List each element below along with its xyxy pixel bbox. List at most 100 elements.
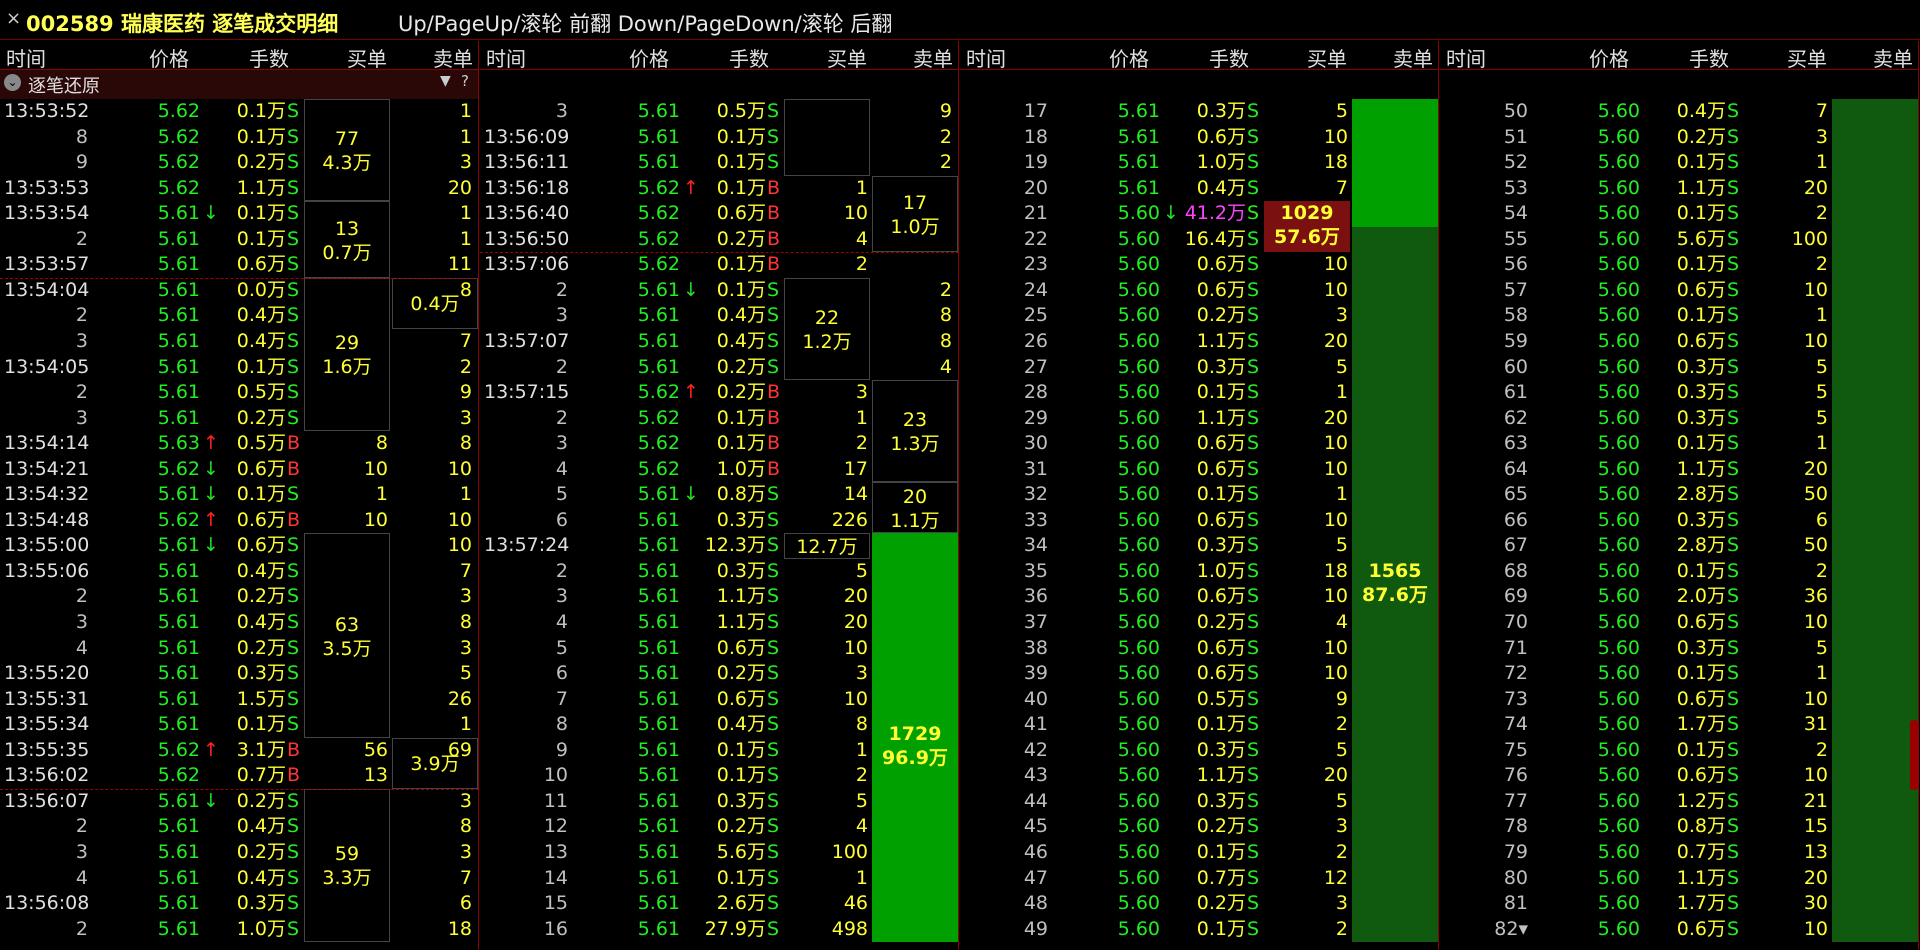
tick-row[interactable]: 63 5.60 0.1万 S 1 [1440, 431, 1919, 457]
tick-row[interactable]: 19 5.61 1.0万 S 18 [960, 150, 1439, 176]
tick-row[interactable]: 2 5.61 1.0万 S 18 [0, 917, 479, 943]
tick-row[interactable]: 13:56:08 5.61 0.3万 S 6 [0, 891, 479, 917]
tick-row[interactable]: 2 5.61 0.5万 S 9 [0, 380, 479, 406]
tick-row[interactable]: 48 5.60 0.2万 S 3 [960, 891, 1439, 917]
tick-row[interactable]: 27 5.60 0.3万 S 5 [960, 355, 1439, 381]
tick-row[interactable]: 7 5.61 0.6万 S 10 [480, 687, 959, 713]
tick-row[interactable]: 6 5.61 0.2万 S 3 [480, 661, 959, 687]
tick-row[interactable]: 13:56:11 5.61 0.1万 S 2 [480, 150, 959, 176]
tick-row[interactable]: 33 5.60 0.6万 S 10 [960, 508, 1439, 534]
tick-row[interactable]: 23 5.60 0.6万 S 10 [960, 252, 1439, 278]
tick-row[interactable]: 65 5.60 2.8万 S 50 [1440, 482, 1919, 508]
tick-row[interactable]: 15 5.61 2.6万 S 46 [480, 891, 959, 917]
tick-row[interactable]: 70 5.60 0.6万 S 10 [1440, 610, 1919, 636]
tick-row[interactable]: 10 5.61 0.1万 S 2 [480, 763, 959, 789]
tick-row[interactable]: 6 5.61 0.3万 S 226 [480, 508, 959, 534]
tick-row[interactable]: 13 5.61 5.6万 S 100 [480, 840, 959, 866]
tick-row[interactable]: 28 5.60 0.1万 S 1 [960, 380, 1439, 406]
tick-row[interactable]: 16 5.61 27.9万 S 498 [480, 917, 959, 943]
tick-row[interactable]: 24 5.60 0.6万 S 10 [960, 278, 1439, 304]
tick-row[interactable]: 13:56:07 5.61 ↓ 0.2万 S 3 [0, 789, 479, 815]
tick-row[interactable]: 59 5.60 0.6万 S 10 [1440, 329, 1919, 355]
tick-row[interactable]: 2 5.61 0.4万 S 8 [0, 814, 479, 840]
tick-row[interactable]: 3 5.61 0.2万 S 3 [0, 840, 479, 866]
tick-row[interactable]: 13:54:05 5.61 0.1万 S 2 [0, 355, 479, 381]
tick-row[interactable]: 56 5.60 0.1万 S 2 [1440, 252, 1919, 278]
tick-row[interactable]: 13:54:48 5.62 ↑ 0.6万 B 10 10 [0, 508, 479, 534]
tick-row[interactable]: 58 5.60 0.1万 S 1 [1440, 303, 1919, 329]
tick-row[interactable]: 13:54:14 5.63 ↑ 0.5万 B 8 8 [0, 431, 479, 457]
tick-row[interactable]: 13:56:40 5.62 0.6万 B 10 [480, 201, 959, 227]
tick-row[interactable]: 8 5.61 0.4万 S 8 [480, 712, 959, 738]
tick-row[interactable]: 20 5.61 0.4万 S 7 [960, 176, 1439, 202]
tick-row[interactable]: 3 5.61 0.4万 S 7 [0, 329, 479, 355]
tick-row[interactable]: 67 5.60 2.8万 S 50 [1440, 533, 1919, 559]
tick-row[interactable]: 4 5.61 0.4万 S 7 [0, 866, 479, 892]
tick-row[interactable]: 13:56:50 5.62 0.2万 B 4 [480, 227, 959, 253]
tick-row[interactable]: 13:53:54 5.61 ↓ 0.1万 S 1 [0, 201, 479, 227]
tick-row[interactable]: 39 5.60 0.6万 S 10 [960, 661, 1439, 687]
tick-row[interactable]: 62 5.60 0.3万 S 5 [1440, 406, 1919, 432]
tick-row[interactable]: 76 5.60 0.6万 S 10 [1440, 763, 1919, 789]
tick-row[interactable]: 13:54:21 5.62 ↓ 0.6万 B 10 10 [0, 457, 479, 483]
tick-row[interactable]: 13:57:15 5.62 ↑ 0.2万 B 3 [480, 380, 959, 406]
tick-row[interactable]: 5 5.61 0.6万 S 10 [480, 636, 959, 662]
tick-row[interactable]: 3 5.61 0.5万 S 9 [480, 99, 959, 125]
tick-row[interactable]: 3 5.61 0.4万 S 8 [480, 303, 959, 329]
tick-row[interactable]: 42 5.60 0.3万 S 5 [960, 738, 1439, 764]
tick-row[interactable]: 26 5.60 1.1万 S 20 [960, 329, 1439, 355]
tick-row[interactable]: 81 5.60 1.7万 S 30 [1440, 891, 1919, 917]
tick-row[interactable]: 45 5.60 0.2万 S 3 [960, 814, 1439, 840]
tick-row[interactable]: 11 5.61 0.3万 S 5 [480, 789, 959, 815]
tick-row[interactable]: 47 5.60 0.7万 S 12 [960, 866, 1439, 892]
tick-row[interactable]: 13:55:31 5.61 1.5万 S 26 [0, 687, 479, 713]
tick-row[interactable]: 66 5.60 0.3万 S 6 [1440, 508, 1919, 534]
tick-row[interactable]: 40 5.60 0.5万 S 9 [960, 687, 1439, 713]
tick-row[interactable]: 46 5.60 0.1万 S 2 [960, 840, 1439, 866]
tick-row[interactable]: 35 5.60 1.0万 S 18 [960, 559, 1439, 585]
tick-row[interactable]: 3 5.62 0.1万 B 2 [480, 431, 959, 457]
tick-row[interactable]: 18 5.61 0.6万 S 10 [960, 125, 1439, 151]
tick-row[interactable]: 9 5.62 0.2万 S 3 [0, 150, 479, 176]
tick-row[interactable]: 2 5.61 0.3万 S 5 [480, 559, 959, 585]
tick-row[interactable]: 60 5.60 0.3万 S 5 [1440, 355, 1919, 381]
tick-row[interactable]: 32 5.60 0.1万 S 1 [960, 482, 1439, 508]
tick-row[interactable]: 41 5.60 0.1万 S 2 [960, 712, 1439, 738]
tick-row[interactable]: 13:53:57 5.61 0.6万 S 11 [0, 252, 479, 278]
tick-row[interactable]: 79 5.60 0.7万 S 13 [1440, 840, 1919, 866]
tick-row[interactable]: 73 5.60 0.6万 S 10 [1440, 687, 1919, 713]
tick-row[interactable]: 13:55:34 5.61 0.1万 S 1 [0, 712, 479, 738]
filter-icon[interactable]: ▼ [440, 73, 451, 89]
tick-row[interactable]: 22 5.60 16.4万 S [960, 227, 1439, 253]
restore-chevron-icon[interactable]: ⌄ [4, 74, 21, 91]
tick-row[interactable]: 2 5.61 0.1万 S 1 [0, 227, 479, 253]
tick-row[interactable]: 2 5.61 ↓ 0.1万 S 2 [480, 278, 959, 304]
tick-row[interactable]: 3 5.61 1.1万 S 20 [480, 584, 959, 610]
tick-row[interactable]: 13:57:07 5.61 0.4万 S 8 [480, 329, 959, 355]
tick-row[interactable]: 2 5.61 0.2万 S 4 [480, 355, 959, 381]
tick-row[interactable]: 12 5.61 0.2万 S 4 [480, 814, 959, 840]
tick-row[interactable]: 31 5.60 0.6万 S 10 [960, 457, 1439, 483]
tick-row[interactable]: 2 5.61 0.2万 S 3 [0, 584, 479, 610]
tick-row[interactable]: 75 5.60 0.1万 S 2 [1440, 738, 1919, 764]
tick-row[interactable]: 37 5.60 0.2万 S 4 [960, 610, 1439, 636]
restore-toggle[interactable]: 逐笔还原 [28, 72, 100, 98]
tick-row[interactable]: 34 5.60 0.3万 S 5 [960, 533, 1439, 559]
tick-row[interactable]: 13:53:53 5.62 1.1万 S 20 [0, 176, 479, 202]
tick-row[interactable]: 13:55:00 5.61 ↓ 0.6万 S 10 [0, 533, 479, 559]
tick-row[interactable]: 74 5.60 1.7万 S 31 [1440, 712, 1919, 738]
tick-row[interactable]: 36 5.60 0.6万 S 10 [960, 584, 1439, 610]
tick-row[interactable]: 13:56:18 5.62 ↑ 0.1万 B 1 [480, 176, 959, 202]
tick-row[interactable]: 68 5.60 0.1万 S 2 [1440, 559, 1919, 585]
tick-row[interactable]: 13:53:52 5.62 0.1万 S 1 [0, 99, 479, 125]
tick-row[interactable]: 38 5.60 0.6万 S 10 [960, 636, 1439, 662]
tick-row[interactable]: 5 5.61 ↓ 0.8万 S 14 [480, 482, 959, 508]
tick-row[interactable]: 13:54:04 5.61 0.0万 S 8 [0, 278, 479, 304]
help-icon[interactable]: ? [461, 72, 469, 90]
tick-row[interactable]: 72 5.60 0.1万 S 1 [1440, 661, 1919, 687]
tick-row[interactable]: 69 5.60 2.0万 S 36 [1440, 584, 1919, 610]
tick-row[interactable]: 55 5.60 5.6万 S 100 [1440, 227, 1919, 253]
tick-row[interactable]: 51 5.60 0.2万 S 3 [1440, 125, 1919, 151]
tick-row[interactable]: 82▾ 5.60 0.6万 S 10 [1440, 917, 1919, 943]
tick-row[interactable]: 13:57:06 5.62 0.1万 B 2 [480, 252, 959, 278]
